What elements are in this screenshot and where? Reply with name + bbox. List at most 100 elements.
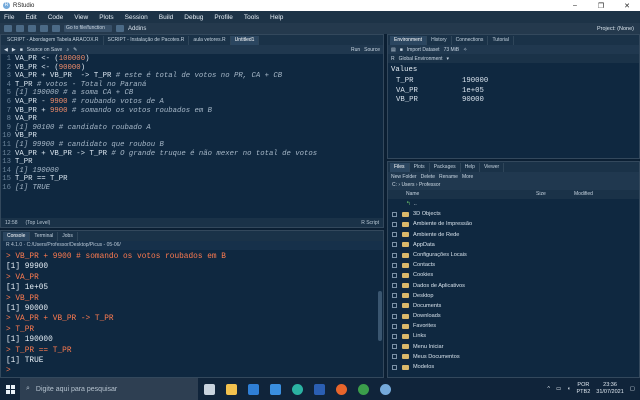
taskbar-edge-button[interactable] [286,378,308,400]
file-name[interactable]: Dados de Aplicativos [413,281,465,291]
tab-files-1[interactable]: Plots [410,163,430,172]
save-all-icon[interactable] [40,25,48,32]
file-checkbox[interactable] [392,262,397,268]
file-name[interactable]: Meus Documentos [413,352,460,362]
environment-row[interactable]: VB_PR 90000 [388,96,639,106]
file-checkbox[interactable] [392,364,397,370]
file-row[interactable]: Dados de Aplicativos [388,281,639,291]
load-icon[interactable]: ▤ [391,47,396,53]
taskbar-rstudio-button[interactable] [374,378,396,400]
menu-help[interactable]: Help [270,14,283,21]
file-checkbox[interactable] [392,303,397,309]
file-name[interactable]: Downloads [413,311,441,321]
clock[interactable]: 23:36 31/07/2021 [596,382,624,396]
file-name[interactable]: Modelos [413,362,434,372]
tab-files-4[interactable]: Viewer [480,163,505,172]
file-checkbox[interactable] [392,232,397,238]
menu-debug[interactable]: Debug [184,14,203,21]
file-row[interactable]: Desktop [388,291,639,301]
environment-scope-select[interactable]: Global Environment [399,56,443,62]
tab-environment-0[interactable]: Environment [390,36,428,45]
search-icon[interactable]: ⌕ [66,47,69,53]
file-checkbox[interactable] [392,334,397,340]
file-row[interactable]: Ambiente de Impressão [388,219,639,229]
column-size[interactable]: Size [536,190,574,199]
addins-menu[interactable]: Addins [128,26,146,32]
file-type-indicator[interactable]: R Script [361,220,379,226]
file-checkbox[interactable] [392,354,397,360]
open-project-icon[interactable] [16,25,24,32]
file-checkbox[interactable] [392,242,397,248]
file-row[interactable]: Links [388,331,639,341]
run-button[interactable]: Run [351,47,360,53]
taskbar-firefox-button[interactable] [330,378,352,400]
console-scrollbar[interactable] [378,291,382,341]
import-dataset-button[interactable]: Import Dataset [407,47,440,53]
file-row[interactable]: Configurações Locais [388,250,639,260]
code-area[interactable]: 1 VA_PR <- (100000) 2 VB_PR <- (90000) 3 VA_P… [1,55,383,217]
file-checkbox[interactable] [392,252,397,258]
tab-files-2[interactable]: Packages [430,163,461,172]
minimize-button[interactable]: – [562,2,588,10]
tab-files-3[interactable]: Help [461,163,480,172]
file-checkbox[interactable] [392,283,397,289]
menu-profile[interactable]: Profile [214,14,232,21]
file-row[interactable]: Documents [388,301,639,311]
files-action-new-folder[interactable]: New Folder [391,174,417,180]
broom-icon[interactable]: ✧ [463,47,467,53]
file-checkbox[interactable] [392,313,397,319]
files-action-rename[interactable]: Rename [439,174,458,180]
menu-code[interactable]: Code [48,14,64,21]
project-menu[interactable]: Project: (None) [597,26,634,32]
taskbar-word-button[interactable] [308,378,330,400]
breadcrumb[interactable]: C: › Users › Professor [388,181,639,190]
tab-editor-3[interactable]: Untitled1 [230,36,260,45]
new-file-icon[interactable] [4,25,12,32]
files-action-delete[interactable]: Delete [421,174,435,180]
file-row[interactable]: Ambiente de Rede [388,230,639,240]
file-checkbox[interactable] [392,293,397,299]
source-button[interactable]: Source [364,47,380,53]
save-icon[interactable]: ■ [20,47,23,53]
file-name[interactable]: Links [413,331,426,341]
chevron-down-icon[interactable]: ▾ [447,56,450,62]
file-name[interactable]: Ambiente de Impressão [413,219,472,229]
file-row[interactable]: Cookies [388,270,639,280]
taskbar-task-view-button[interactable] [198,378,220,400]
scope-indicator[interactable]: (Top Level) [26,220,51,226]
taskbar-explorer-button[interactable] [220,378,242,400]
menu-edit[interactable]: Edit [25,14,36,21]
file-name[interactable]: Menu Iniciar [413,342,443,352]
tab-console-0[interactable]: Console [3,232,31,241]
file-checkbox[interactable] [392,211,397,217]
save-icon[interactable] [28,25,36,32]
chevron-up-icon[interactable]: ^ [547,386,550,392]
tab-editor-2[interactable]: aula vetores.R [189,36,231,45]
menu-file[interactable]: File [4,14,14,21]
file-checkbox[interactable] [392,344,397,350]
goto-file-input[interactable]: Go to file/function [64,25,112,32]
tab-environment-3[interactable]: Tutorial [488,36,514,45]
console-output[interactable]: > VB_PR + 9900 # somando os votos roubad… [1,250,383,379]
file-row[interactable]: Contacts [388,260,639,270]
notifications-icon[interactable]: ▢ [630,386,635,392]
start-button[interactable] [0,378,20,400]
menu-tools[interactable]: Tools [244,14,259,21]
tab-environment-2[interactable]: Connections [452,36,489,45]
tab-environment-1[interactable]: History [427,36,452,45]
column-name[interactable]: Name [406,190,536,199]
menu-build[interactable]: Build [159,14,173,21]
file-checkbox[interactable] [392,272,397,278]
tab-files-0[interactable]: Files [390,163,410,172]
file-checkbox[interactable] [392,221,397,227]
taskbar-store-button[interactable] [264,378,286,400]
tab-editor-0[interactable]: SCRIPT - Abordagem Tabela ARACOX.R [3,36,104,45]
back-arrow-icon[interactable]: ◀ [4,47,8,53]
file-row[interactable]: Downloads [388,311,639,321]
file-name[interactable]: Favorites [413,321,436,331]
file-checkbox[interactable] [392,323,397,329]
network-icon[interactable]: ▭ [556,386,561,392]
environment-row[interactable]: T_PR 190000 [388,77,639,87]
file-row[interactable]: Menu Iniciar [388,342,639,352]
file-name[interactable]: Cookies [413,270,433,280]
